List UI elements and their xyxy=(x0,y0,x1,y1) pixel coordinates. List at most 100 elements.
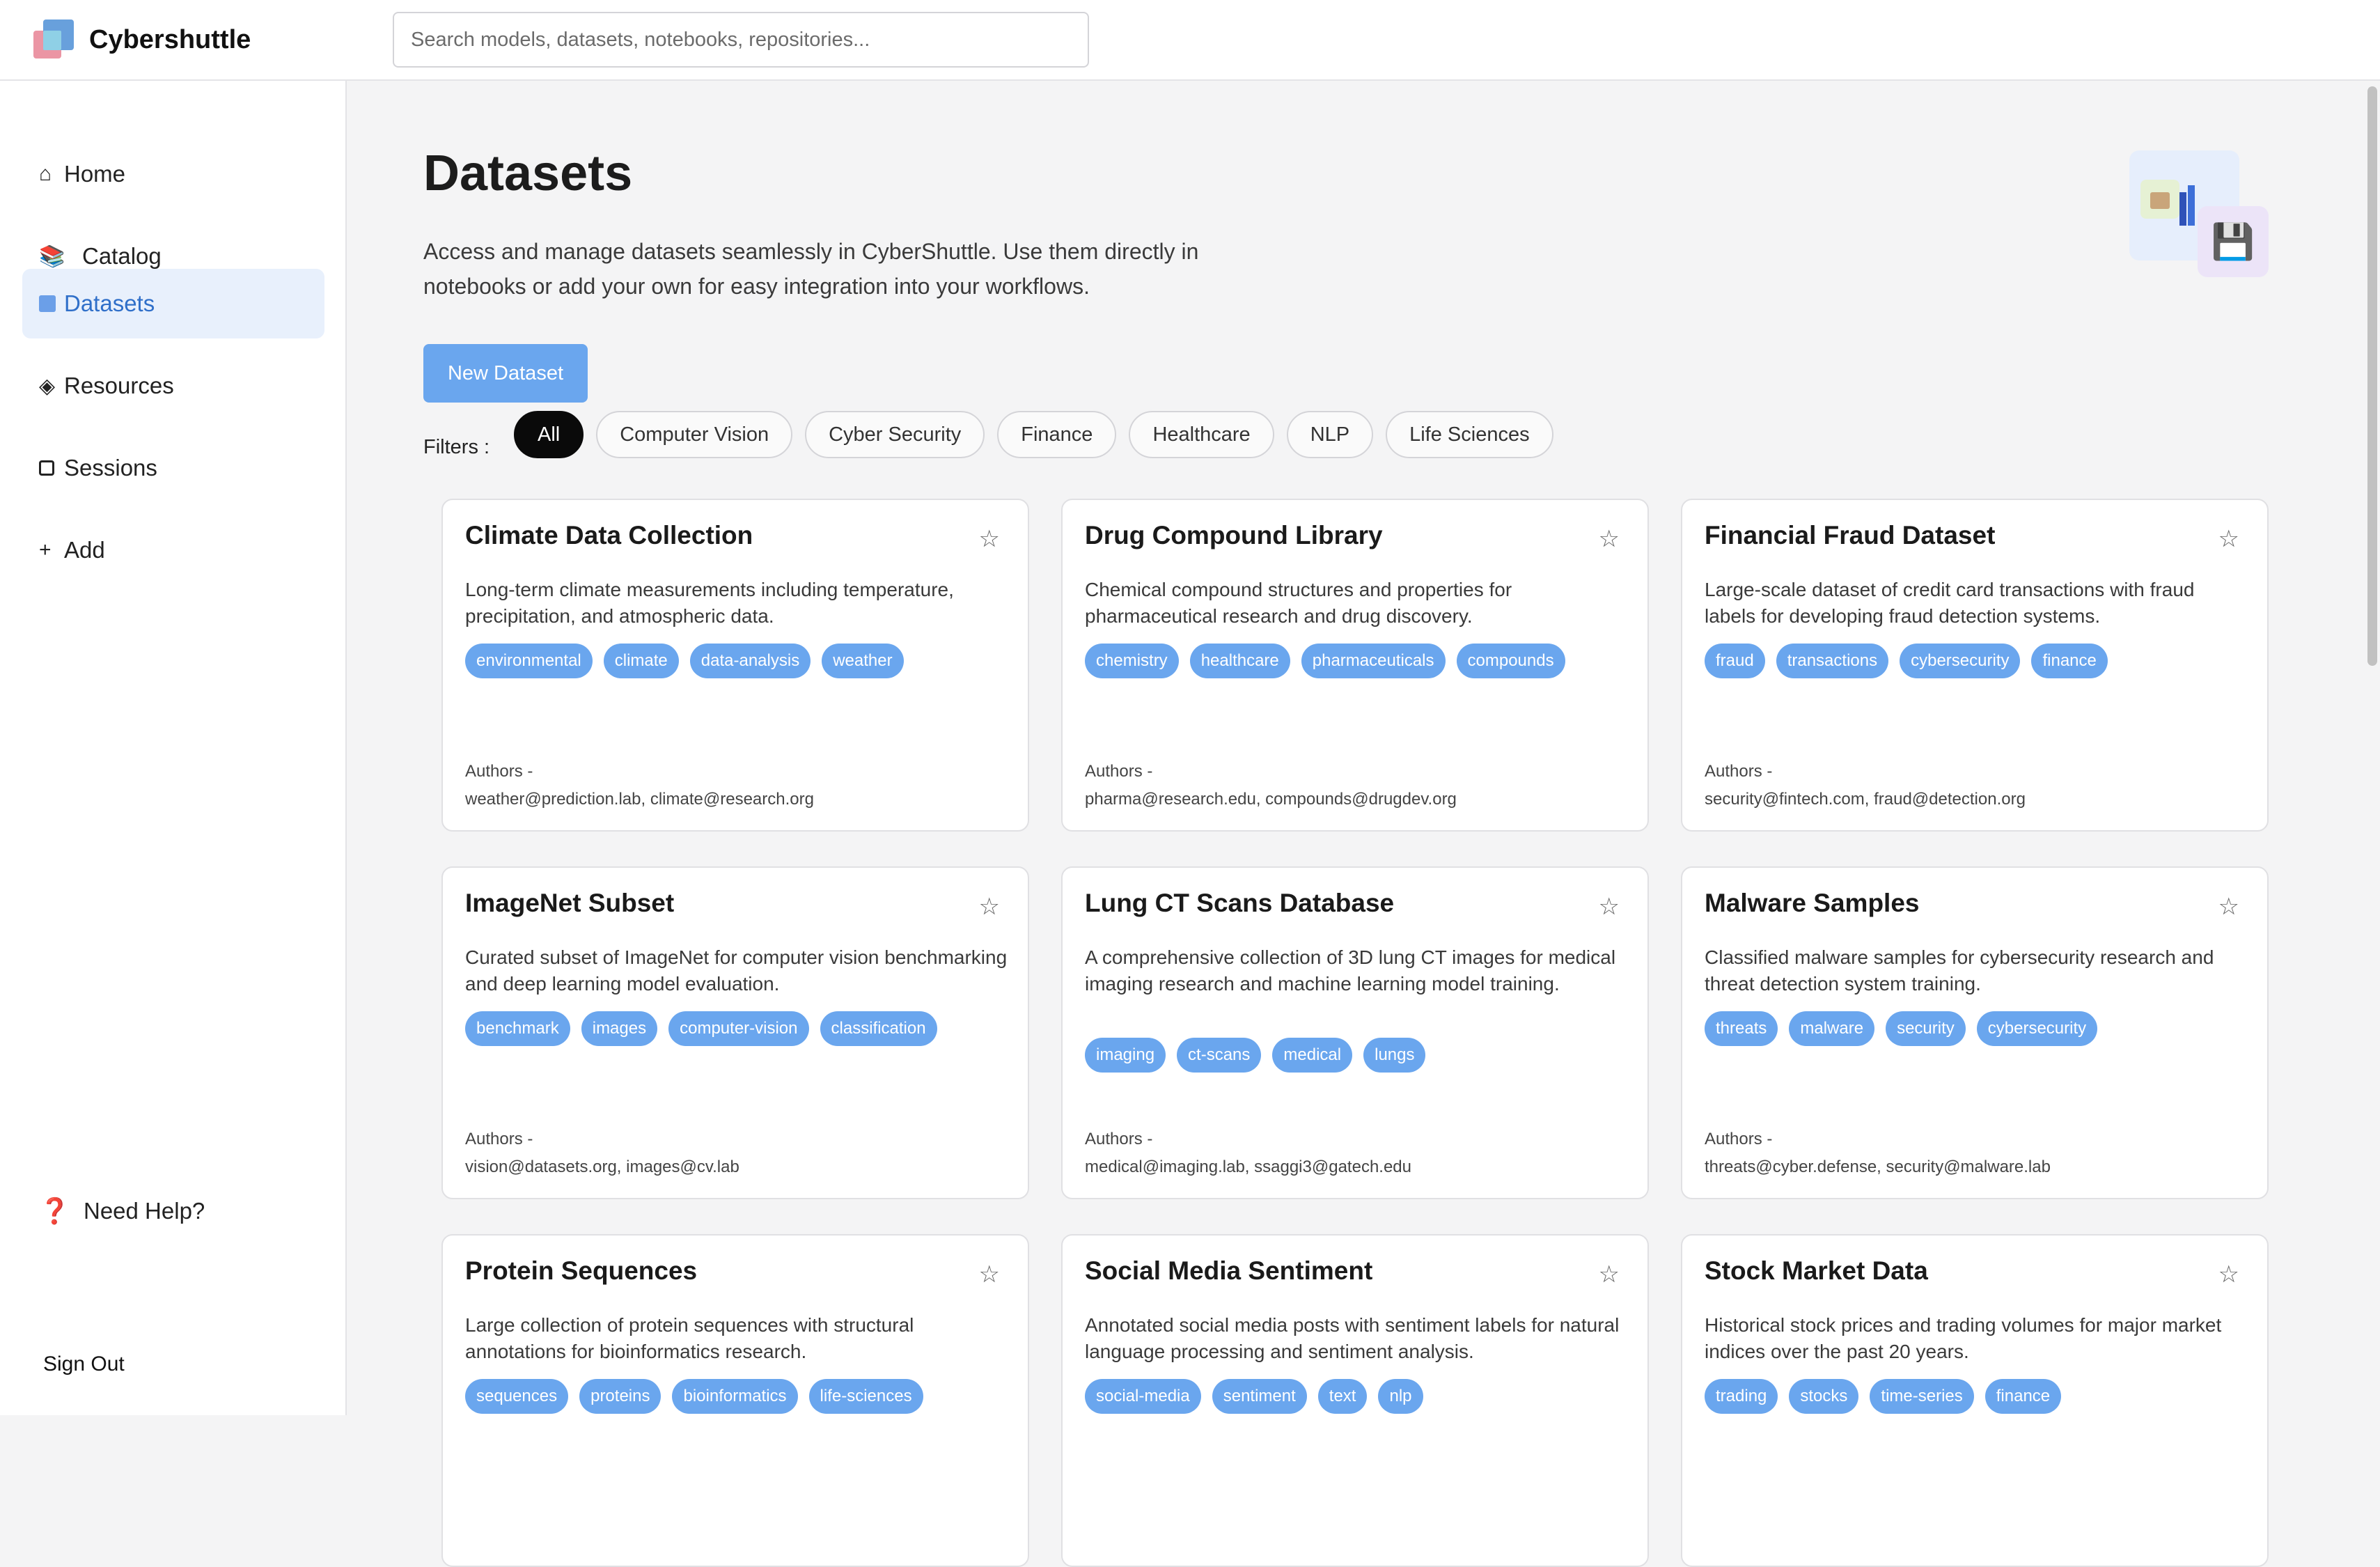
dataset-card[interactable]: Stock Market Data ☆ Historical stock pri… xyxy=(1681,1234,2269,1567)
tag[interactable]: malware xyxy=(1789,1011,1875,1046)
tag[interactable]: classification xyxy=(820,1011,937,1046)
tag[interactable]: data-analysis xyxy=(689,644,811,678)
sidebar-item-add[interactable]: + Add xyxy=(22,515,324,585)
new-dataset-button[interactable]: New Dataset xyxy=(423,344,588,403)
tag[interactable]: compounds xyxy=(1456,644,1565,678)
sidebar-item-resources[interactable]: ◈ Resources xyxy=(22,351,324,421)
dataset-card[interactable]: Lung CT Scans Database ☆ A comprehensive… xyxy=(1061,866,1649,1199)
authors-label: Authors - xyxy=(465,1130,533,1148)
tag[interactable]: text xyxy=(1317,1379,1368,1414)
filter-chip-finance[interactable]: Finance xyxy=(997,411,1117,458)
tag[interactable]: finance xyxy=(2031,644,2108,678)
tag[interactable]: benchmark xyxy=(465,1011,570,1046)
tag[interactable]: ct-scans xyxy=(1177,1038,1262,1073)
star-icon[interactable]: ☆ xyxy=(1599,893,1620,921)
filter-chip-life-sciences[interactable]: Life Sciences xyxy=(1386,411,1553,458)
star-icon[interactable]: ☆ xyxy=(1599,525,1620,553)
card-title: ImageNet Subset xyxy=(465,889,675,917)
authors-label: Authors - xyxy=(1705,762,1773,781)
scrollbar[interactable] xyxy=(2365,81,2380,1415)
tag[interactable]: social-media xyxy=(1085,1379,1201,1414)
page-title: Datasets xyxy=(423,146,633,201)
sign-out-button[interactable]: Sign Out xyxy=(43,1352,125,1376)
tag[interactable]: proteins xyxy=(579,1379,661,1414)
tag[interactable]: threats xyxy=(1705,1011,1778,1046)
scrollbar-thumb[interactable] xyxy=(2367,86,2377,666)
star-icon[interactable]: ☆ xyxy=(1599,1261,1620,1288)
sidebar-item-label: Sessions xyxy=(64,455,157,481)
tag[interactable]: security xyxy=(1886,1011,1966,1046)
tag[interactable]: cybersecurity xyxy=(1900,644,2021,678)
sidebar-item-datasets[interactable]: Datasets xyxy=(22,269,324,338)
dataset-card[interactable]: Malware Samples ☆ Classified malware sam… xyxy=(1681,866,2269,1199)
filter-chip-nlp[interactable]: NLP xyxy=(1286,411,1374,458)
star-icon[interactable]: ☆ xyxy=(979,1261,1000,1288)
sidebar-item-sessions[interactable]: Sessions xyxy=(22,433,324,503)
tag[interactable]: cybersecurity xyxy=(1976,1011,2098,1046)
diamond-icon: ◈ xyxy=(39,374,56,398)
card-description: Large collection of protein sequences wi… xyxy=(465,1314,914,1362)
star-icon[interactable]: ☆ xyxy=(2218,1261,2239,1288)
tag[interactable]: trading xyxy=(1705,1379,1778,1414)
tag[interactable]: life-sciences xyxy=(808,1379,923,1414)
tag[interactable]: environmental xyxy=(465,644,593,678)
tag[interactable]: lungs xyxy=(1363,1038,1426,1073)
tag[interactable]: stocks xyxy=(1789,1379,1859,1414)
card-title: Social Media Sentiment xyxy=(1085,1256,1373,1285)
sidebar-item-label: Datasets xyxy=(64,290,155,316)
square-icon xyxy=(39,295,64,312)
main-content: Datasets Access and manage datasets seam… xyxy=(347,81,2380,1567)
tag[interactable]: fraud xyxy=(1705,644,1765,678)
tag[interactable]: finance xyxy=(1984,1379,2062,1414)
dataset-card[interactable]: ImageNet Subset ☆ Curated subset of Imag… xyxy=(441,866,1029,1199)
card-description: A comprehensive collection of 3D lung CT… xyxy=(1085,946,1616,995)
home-icon: ⌂ xyxy=(39,162,52,185)
filter-chip-healthcare[interactable]: Healthcare xyxy=(1129,411,1274,458)
need-help-link[interactable]: ❓ Need Help? xyxy=(39,1196,205,1226)
dataset-card[interactable]: Financial Fraud Dataset ☆ Large-scale da… xyxy=(1681,499,2269,832)
star-icon[interactable]: ☆ xyxy=(979,893,1000,921)
tag[interactable]: sentiment xyxy=(1212,1379,1307,1414)
box-icon xyxy=(2140,180,2179,219)
tag[interactable]: time-series xyxy=(1870,1379,1974,1414)
card-title: Financial Fraud Dataset xyxy=(1705,521,1996,549)
card-description: Annotated social media posts with sentim… xyxy=(1085,1314,1620,1362)
star-icon[interactable]: ☆ xyxy=(979,525,1000,553)
tag[interactable]: transactions xyxy=(1776,644,1889,678)
card-tags: social-media sentiment text nlp xyxy=(1085,1379,1423,1414)
filter-chip-computer-vision[interactable]: Computer Vision xyxy=(596,411,793,458)
card-tags: fraud transactions cybersecurity finance xyxy=(1705,644,2108,678)
star-icon[interactable]: ☆ xyxy=(2218,893,2239,921)
tag[interactable]: chemistry xyxy=(1085,644,1179,678)
dataset-card[interactable]: Climate Data Collection ☆ Long-term clim… xyxy=(441,499,1029,832)
filter-chip-cyber-security[interactable]: Cyber Security xyxy=(805,411,985,458)
cybershuttle-logo[interactable] xyxy=(33,20,75,61)
card-title: Lung CT Scans Database xyxy=(1085,889,1395,917)
search-input[interactable] xyxy=(393,12,1089,68)
dataset-card[interactable]: Drug Compound Library ☆ Chemical compoun… xyxy=(1061,499,1649,832)
card-title: Malware Samples xyxy=(1705,889,1920,917)
sidebar-item-home[interactable]: ⌂ Home xyxy=(22,139,324,209)
tag[interactable]: weather xyxy=(822,644,904,678)
tag[interactable]: nlp xyxy=(1378,1379,1423,1414)
card-description: Classified malware samples for cybersecu… xyxy=(1705,946,2214,995)
tag[interactable]: bioinformatics xyxy=(672,1379,798,1414)
card-authors: weather@prediction.lab, climate@research… xyxy=(465,790,814,809)
dataset-card[interactable]: Protein Sequences ☆ Large collection of … xyxy=(441,1234,1029,1567)
tag[interactable]: computer-vision xyxy=(668,1011,809,1046)
tag[interactable]: images xyxy=(581,1011,658,1046)
tag[interactable]: imaging xyxy=(1085,1038,1166,1073)
card-tags: imaging ct-scans medical lungs xyxy=(1085,1038,1426,1073)
tag[interactable]: sequences xyxy=(465,1379,569,1414)
star-icon[interactable]: ☆ xyxy=(2218,525,2239,553)
card-tags: environmental climate data-analysis weat… xyxy=(465,644,904,678)
sidebar-item-label: Add xyxy=(64,537,105,563)
tag[interactable]: climate xyxy=(603,644,679,678)
datasets-illustration: 💾 xyxy=(2129,150,2276,283)
filter-chip-all[interactable]: All xyxy=(514,411,584,458)
tag[interactable]: healthcare xyxy=(1189,644,1290,678)
brand-name[interactable]: Cybershuttle xyxy=(89,25,251,55)
dataset-card[interactable]: Social Media Sentiment ☆ Annotated socia… xyxy=(1061,1234,1649,1567)
tag[interactable]: medical xyxy=(1272,1038,1353,1073)
tag[interactable]: pharmaceuticals xyxy=(1301,644,1446,678)
